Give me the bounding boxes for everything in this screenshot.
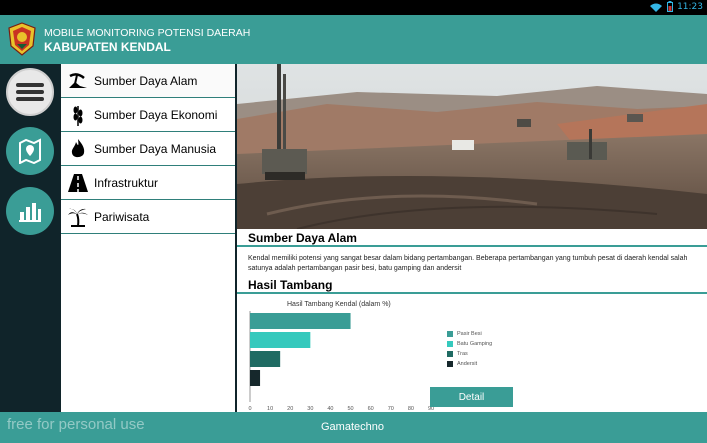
bar-tras	[250, 351, 281, 367]
legend-item: Pasir Besi	[447, 329, 492, 339]
watermark-text: free for personal use	[7, 416, 145, 433]
legend-swatch	[447, 351, 453, 357]
app-subtitle: KABUPATEN KENDAL	[44, 40, 171, 54]
section-rule	[237, 245, 707, 247]
category-label: Sumber Daya Manusia	[94, 141, 217, 156]
mining-icon	[61, 64, 94, 98]
statistics-button[interactable]	[6, 187, 54, 235]
category-item-pariwisata[interactable]: Pariwisata	[61, 200, 235, 234]
footer-bar: free for personal use Gamatechno	[0, 412, 707, 443]
footer-label: Gamatechno	[321, 421, 384, 433]
category-item-sumber-daya-alam[interactable]: Sumber Daya Alam	[61, 64, 235, 98]
category-label: Infrastruktur	[94, 175, 159, 190]
palm-tree-icon	[61, 200, 94, 234]
subsection-rule	[237, 292, 707, 294]
bar-chart-icon	[19, 203, 41, 222]
legend-label: Batu Gamping	[457, 341, 493, 347]
category-label: Pariwisata	[94, 209, 150, 224]
chart-container: Hasil Tambang Kendal (dalam %) 0 10 20 30 40…	[237, 296, 707, 412]
category-label: Sumber Daya Ekonomi	[94, 107, 218, 122]
legend-label: Pasir Besi	[457, 331, 482, 337]
flame-icon	[61, 132, 94, 166]
bar-chart: 0 10 20 30 40 50 60 70 80 90	[248, 311, 434, 412]
legend-item: Tras	[447, 349, 492, 359]
menu-button[interactable]	[6, 68, 54, 116]
category-item-sumber-daya-ekonomi[interactable]: Sumber Daya Ekonomi	[61, 98, 235, 132]
status-time: 11:23	[677, 1, 703, 12]
category-list: Sumber Daya Alam Sumber Daya Ekonomi Sum…	[61, 64, 235, 412]
map-button[interactable]	[6, 127, 54, 175]
legend-item: Andersit	[447, 359, 492, 369]
category-item-sumber-daya-manusia[interactable]: Sumber Daya Manusia	[61, 132, 235, 166]
wheat-icon	[61, 98, 94, 132]
app-header: MOBILE MONITORING POTENSI DAERAH KABUPAT…	[0, 15, 707, 64]
section-title: Sumber Daya Alam	[248, 231, 357, 245]
legend-label: Andersit	[457, 361, 478, 367]
section-description: Kendal memiliki potensi yang sangat besa…	[248, 255, 688, 272]
battery-icon	[667, 1, 674, 12]
map-icon	[19, 138, 41, 164]
legend-swatch	[447, 361, 453, 367]
legend-swatch	[447, 341, 453, 347]
chart-legend: Pasir Besi Batu Gamping Tras Andersit	[447, 329, 492, 369]
app-title: MOBILE MONITORING POTENSI DAERAH	[44, 27, 251, 39]
bar-andersit	[250, 370, 261, 386]
legend-swatch	[447, 331, 453, 337]
subsection-title: Hasil Tambang	[248, 278, 333, 292]
bar-batu-gamping	[250, 332, 311, 348]
content-panel: Sumber Daya Alam Kendal memiliki potensi…	[237, 64, 707, 412]
status-icons: 11:23	[649, 1, 703, 12]
kendal-logo	[8, 22, 36, 56]
road-icon	[61, 166, 94, 200]
mining-site-photo	[237, 64, 707, 229]
menu-icon	[16, 83, 44, 101]
category-label: Sumber Daya Alam	[94, 73, 198, 88]
category-item-infrastruktur[interactable]: Infrastruktur	[61, 166, 235, 200]
wifi-icon	[650, 3, 663, 12]
bar-pasir-besi	[250, 313, 351, 329]
detail-button[interactable]: Detail	[430, 387, 513, 407]
legend-label: Tras	[457, 351, 468, 357]
status-bar: 11:23	[0, 0, 707, 15]
legend-item: Batu Gamping	[447, 339, 492, 349]
side-rail	[0, 64, 61, 412]
